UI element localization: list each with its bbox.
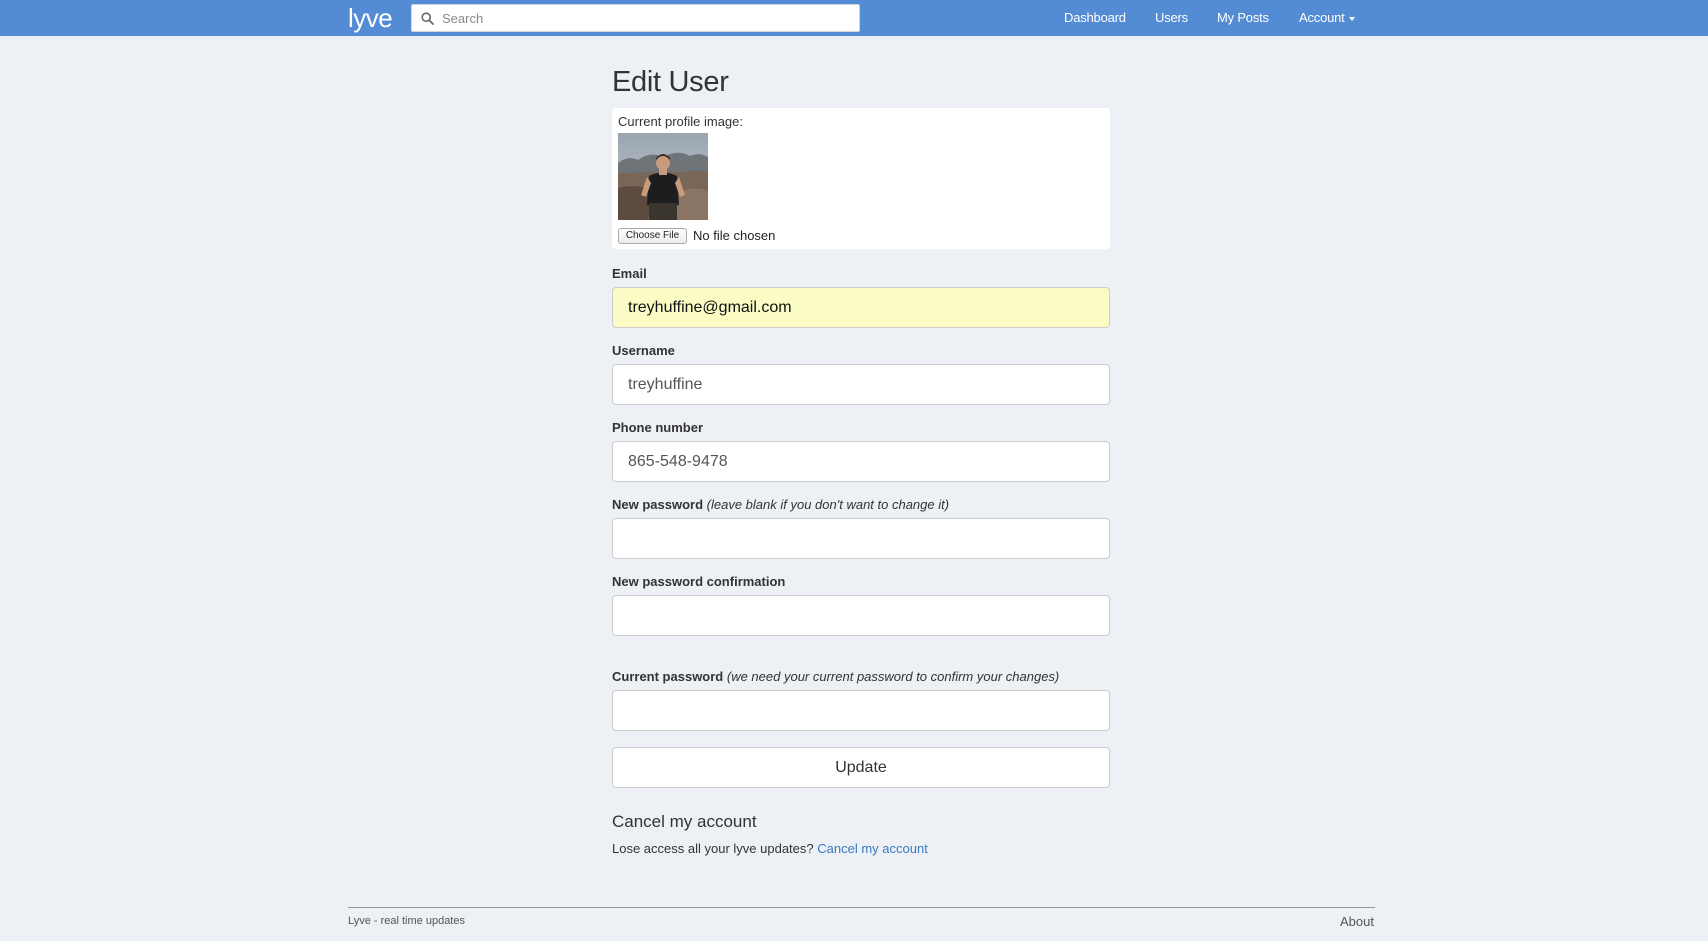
nav-my-posts[interactable]: My Posts (1217, 0, 1269, 36)
page-title: Edit User (612, 66, 729, 98)
current-password-label: Current password (we need your current p… (612, 669, 1059, 684)
update-button[interactable]: Update (612, 747, 1110, 788)
nav-account-label: Account (1299, 10, 1345, 25)
search-input[interactable] (438, 5, 856, 31)
choose-file-button[interactable]: Choose File (618, 228, 687, 244)
cancel-account-heading: Cancel my account (612, 812, 757, 831)
profile-avatar-image (618, 133, 708, 220)
footer-tagline: Lyve - real time updates (348, 915, 465, 927)
email-field[interactable] (612, 287, 1110, 328)
current-password-field[interactable] (612, 690, 1110, 731)
current-password-label-text: Current password (612, 669, 724, 684)
phone-field[interactable] (612, 441, 1110, 482)
new-password-field[interactable] (612, 518, 1110, 559)
password-confirmation-label: New password confirmation (612, 574, 786, 589)
cancel-account-text: Lose access all your lyve updates? Cance… (612, 841, 928, 856)
phone-label: Phone number (612, 420, 704, 435)
new-password-label: New password (leave blank if you don't w… (612, 497, 949, 512)
nav-account-dropdown[interactable]: Account (1299, 0, 1355, 36)
new-password-hint: (leave blank if you don't want to change… (706, 497, 950, 512)
nav-dashboard[interactable]: Dashboard (1064, 0, 1126, 36)
caret-down-icon (1348, 16, 1355, 21)
profile-image-label: Current profile image: (618, 114, 743, 129)
username-label: Username (612, 343, 675, 358)
top-navbar: lyve Dashboard Users My Posts Account (0, 0, 1708, 36)
search-box[interactable] (411, 4, 860, 32)
footer-divider (348, 907, 1375, 908)
password-confirmation-field[interactable] (612, 595, 1110, 636)
brand-logo[interactable]: lyve (348, 2, 393, 34)
profile-image-panel: Current profile image: Choose File No fi… (612, 108, 1110, 249)
email-label: Email (612, 266, 647, 281)
file-status-text: No file chosen (693, 228, 776, 243)
cancel-account-link[interactable]: Cancel my account (817, 841, 928, 856)
current-password-hint: (we need your current password to confir… (726, 669, 1060, 684)
nav-users[interactable]: Users (1155, 0, 1188, 36)
username-field[interactable] (612, 364, 1110, 405)
new-password-label-text: New password (612, 497, 704, 512)
footer-about-link[interactable]: About (1340, 914, 1374, 929)
search-icon (421, 12, 434, 25)
cancel-account-prompt: Lose access all your lyve updates? (612, 841, 814, 856)
